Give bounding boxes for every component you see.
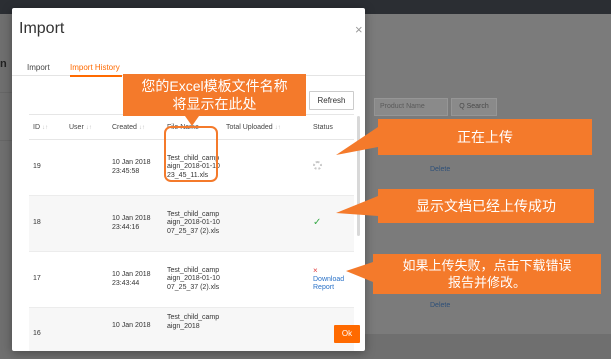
callout-success: 显示文档已经上传成功	[378, 189, 594, 223]
cell-user	[65, 251, 108, 308]
download-report-link[interactable]: Download Report	[313, 276, 354, 292]
cell-id: 19	[29, 139, 65, 196]
cell-created: 10 Jan 2018 23:45:58	[108, 139, 163, 196]
tab-import[interactable]: Import	[27, 63, 50, 72]
error-icon: ×	[313, 265, 318, 275]
file-name-highlight-frame	[164, 126, 218, 182]
callout-failed-line-1: 如果上传失败，点击下载错误	[402, 258, 572, 273]
cell-created: 10 Jan 2018 23:44:16	[108, 195, 163, 252]
cell-id: 17	[29, 251, 65, 308]
cell-total-uploaded	[222, 195, 309, 252]
scrollbar[interactable]	[357, 116, 360, 236]
cell-status	[309, 139, 354, 196]
callout-file-name: 您的Excel模板文件名称 将显示在此处	[123, 74, 306, 116]
cell-status: ✓	[309, 195, 354, 252]
table-row: 16 10 Jan 2018 Test_child_campaign_2018 …	[29, 307, 354, 351]
column-header-user[interactable]: User ↓↑	[65, 114, 108, 140]
tab-bar: Import Import History	[12, 52, 365, 77]
cell-user	[65, 195, 108, 252]
cell-created: 10 Jan 2018 23:43:44	[108, 251, 163, 308]
cell-status: × Download Report	[309, 251, 354, 308]
sort-icon: ↓↑	[41, 124, 48, 131]
cell-file-name: Test_child_campaign_2018-01-10 07_25_37 …	[163, 251, 222, 308]
cell-file-name: Test_child_campaign_2018	[163, 307, 222, 351]
check-icon: ✓	[313, 216, 322, 228]
cell-user	[65, 307, 108, 351]
tab-import-history[interactable]: Import History	[70, 63, 120, 72]
column-header-status: Status	[309, 114, 354, 140]
background-delete-link: Delete	[430, 302, 451, 309]
callout-file-name-line-1: 您的Excel模板文件名称	[141, 78, 288, 94]
sort-icon: ↓↑	[85, 124, 92, 131]
refresh-button[interactable]: Refresh	[309, 91, 354, 110]
cell-total-uploaded	[222, 307, 309, 351]
cell-created: 10 Jan 2018	[108, 307, 163, 351]
callout-uploading: 正在上传	[378, 119, 592, 155]
ok-button[interactable]: Ok	[334, 325, 360, 343]
background-delete-link: Delete	[430, 166, 451, 173]
background-search-input: Product Name	[374, 98, 448, 116]
callout-failed: 如果上传失败，点击下载错误 报告并修改。	[373, 254, 601, 294]
active-tab-indicator	[70, 75, 122, 77]
cell-id: 16	[29, 307, 65, 351]
cell-file-name: Test_child_campaign_2018-01-10 07_25_37 …	[163, 195, 222, 252]
close-icon[interactable]: ×	[355, 22, 363, 37]
callout-file-name-line-2: 将显示在此处	[172, 96, 257, 112]
modal-title: Import	[19, 20, 65, 37]
background-search-button: Q Search	[451, 98, 497, 116]
table-row: 17 10 Jan 2018 23:43:44 Test_child_campa…	[29, 251, 354, 308]
callout-failed-line-2: 报告并修改。	[447, 275, 526, 290]
cell-user	[65, 139, 108, 196]
column-header-id[interactable]: ID ↓↑	[29, 114, 65, 140]
background-heading: n	[0, 58, 7, 70]
cell-id: 18	[29, 195, 65, 252]
sort-icon: ↓↑	[274, 124, 281, 131]
column-header-total-uploaded[interactable]: Total Uploaded ↓↑	[222, 114, 309, 140]
spinner-icon	[313, 161, 322, 171]
cell-total-uploaded	[222, 251, 309, 308]
cell-total-uploaded	[222, 139, 309, 196]
table-row: 18 10 Jan 2018 23:44:16 Test_child_campa…	[29, 195, 354, 252]
column-header-created[interactable]: Created ↓↑	[108, 114, 163, 140]
sort-icon: ↓↑	[138, 124, 145, 131]
